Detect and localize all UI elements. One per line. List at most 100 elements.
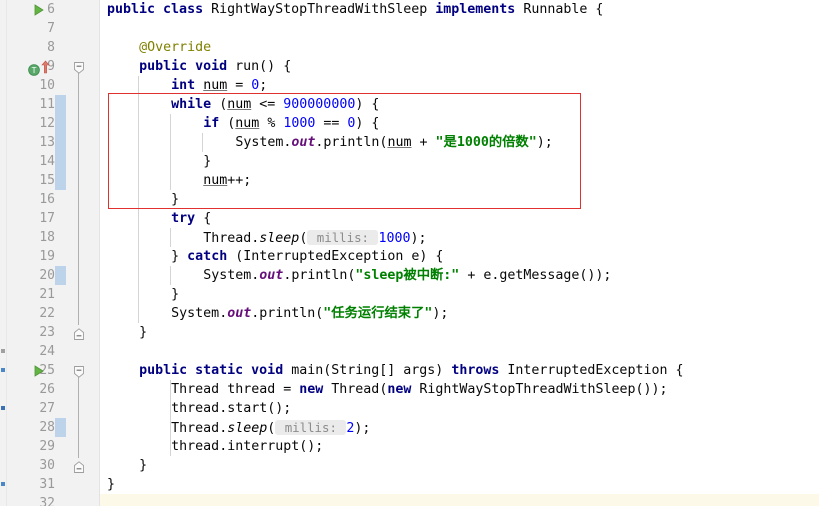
code-token: RightWayStopThreadWithSleep()); xyxy=(419,382,668,397)
line-number: 27 xyxy=(39,401,55,416)
line-number: 23 xyxy=(39,325,55,340)
code-token: out xyxy=(259,268,284,283)
code-line[interactable]: public class RightWayStopThreadWithSleep… xyxy=(107,0,603,19)
code-token: } xyxy=(139,325,148,340)
code-token: Thread( xyxy=(331,382,388,397)
gutter-selection-band xyxy=(55,95,66,190)
gutter-selection-band xyxy=(55,266,66,285)
code-line[interactable]: } xyxy=(139,456,147,475)
code-token: .println( xyxy=(283,268,356,283)
thread-marker-icon[interactable]: T xyxy=(28,61,40,76)
code-line[interactable]: public void run() { xyxy=(139,57,291,76)
code-line[interactable]: int num = 0; xyxy=(171,76,267,95)
vcs-change-mark[interactable] xyxy=(1,482,5,486)
code-token: millis: xyxy=(275,420,347,435)
code-line[interactable]: } catch (InterruptedException e) { xyxy=(171,247,443,266)
line-number: 7 xyxy=(47,21,55,36)
vcs-change-mark[interactable] xyxy=(1,368,5,372)
vcs-annotation-strip[interactable] xyxy=(0,0,7,507)
code-token: InterruptedException { xyxy=(507,363,684,378)
line-number: 28 xyxy=(39,420,55,435)
code-token: } xyxy=(139,458,148,473)
code-token: int xyxy=(171,78,204,93)
code-token: try xyxy=(171,211,204,226)
code-token: @Override xyxy=(139,40,212,55)
run-main-icon[interactable] xyxy=(33,364,45,378)
code-token: public xyxy=(107,2,164,17)
code-token: num xyxy=(235,116,260,131)
code-token: thread.interrupt(); xyxy=(171,439,324,454)
vcs-change-mark[interactable] xyxy=(1,406,5,410)
line-number: 17 xyxy=(39,211,55,226)
fold-end-run-method[interactable] xyxy=(72,326,86,340)
line-number-column: 6 7 8 9 10 11 12 13 14 15 16 17 18 19 20 21 22 23 24 25 26 27… xyxy=(7,0,55,507)
fold-region-line xyxy=(78,73,79,325)
code-line[interactable]: Thread.sleep( millis: 1000); xyxy=(203,228,427,247)
code-token: = xyxy=(227,78,252,93)
code-token: } xyxy=(107,477,116,492)
code-line[interactable]: System.out.println("任务运行结束了"); xyxy=(171,304,448,323)
code-line[interactable]: } xyxy=(171,190,179,209)
code-line[interactable]: try { xyxy=(171,209,211,228)
code-content-area[interactable]: public class RightWayStopThreadWithSleep… xyxy=(100,0,819,507)
code-token: ) { xyxy=(355,116,380,131)
code-line[interactable]: System.out.println("sleep被中断:" + e.getMe… xyxy=(203,266,611,285)
code-line[interactable]: Thread.sleep( millis: 2); xyxy=(171,418,370,437)
code-line[interactable]: thread.interrupt(); xyxy=(171,437,323,456)
code-line[interactable]: } xyxy=(139,323,147,342)
implements-method-icon[interactable] xyxy=(41,59,50,74)
code-token: + xyxy=(411,135,436,150)
editor-gutter[interactable]: 6 7 8 9 10 11 12 13 14 15 16 17 18 19 20 21 22 23 24 25 26 27… xyxy=(0,0,100,507)
vcs-change-mark[interactable] xyxy=(1,349,5,353)
line-number: 22 xyxy=(39,306,55,321)
fold-collapse-run-method[interactable] xyxy=(72,60,86,74)
indent-guide xyxy=(170,114,172,190)
code-token: implements xyxy=(435,2,524,17)
code-line[interactable]: } xyxy=(107,475,115,494)
svg-text:T: T xyxy=(31,66,37,75)
indent-guide xyxy=(170,380,172,456)
code-token: Thread. xyxy=(203,231,260,246)
code-token: Thread. xyxy=(171,421,228,436)
code-token: public xyxy=(139,59,196,74)
code-token: Thread thread = xyxy=(171,382,300,397)
gutter-selection-band xyxy=(55,418,66,437)
line-number: 16 xyxy=(39,192,55,207)
code-line[interactable]: } xyxy=(171,285,179,304)
fold-region-line xyxy=(78,377,79,458)
code-line[interactable]: @Override xyxy=(139,38,211,57)
code-token: == xyxy=(315,116,348,131)
fold-collapse-main-method[interactable] xyxy=(72,364,86,378)
code-line[interactable]: public static void main(String[] args) t… xyxy=(139,361,683,380)
code-token: while xyxy=(171,97,220,112)
code-token: .println( xyxy=(251,306,324,321)
line-number: 6 xyxy=(47,2,55,17)
code-line[interactable]: } xyxy=(203,152,211,171)
code-token: if xyxy=(203,116,228,131)
line-number: 26 xyxy=(39,382,55,397)
code-folding-column[interactable] xyxy=(67,0,100,507)
code-line[interactable]: if (num % 1000 == 0) { xyxy=(203,114,379,133)
code-token: ) { xyxy=(355,97,380,112)
code-token: new xyxy=(387,382,420,397)
code-line[interactable]: System.out.println(num + "是1000的倍数"); xyxy=(235,133,552,152)
code-token: ); xyxy=(536,135,553,150)
code-token: num xyxy=(227,97,252,112)
line-number: 18 xyxy=(39,230,55,245)
line-number: 12 xyxy=(39,116,55,131)
fold-end-main-method[interactable] xyxy=(72,459,86,473)
run-class-icon[interactable] xyxy=(33,3,45,17)
indent-guide xyxy=(202,133,204,152)
indent-guide xyxy=(170,266,172,285)
code-line[interactable]: num++; xyxy=(203,171,251,190)
code-token: thread.start(); xyxy=(171,401,292,416)
code-line[interactable]: thread.start(); xyxy=(171,399,291,418)
code-line[interactable]: while (num <= 900000000) { xyxy=(171,95,379,114)
code-line[interactable]: Thread thread = new Thread(new RightWayS… xyxy=(171,380,667,399)
code-token: Runnable { xyxy=(523,2,604,17)
code-token: out xyxy=(291,135,316,150)
code-token: <= xyxy=(251,97,284,112)
line-number: 19 xyxy=(39,249,55,264)
code-token: } xyxy=(171,287,180,302)
code-editor[interactable]: 6 7 8 9 10 11 12 13 14 15 16 17 18 19 20 21 22 23 24 25 26 27… xyxy=(0,0,819,507)
